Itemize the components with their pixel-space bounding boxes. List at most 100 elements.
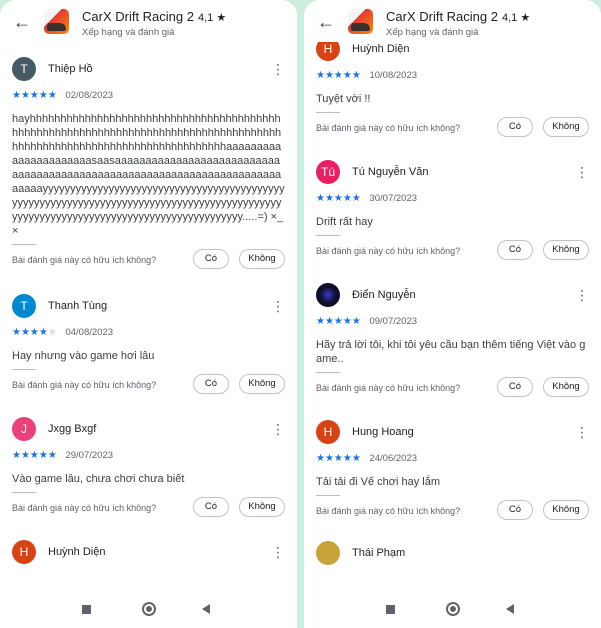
more-options-icon[interactable]: ⋮: [269, 297, 285, 315]
helpful-no-button[interactable]: Không: [543, 500, 589, 520]
divider: [12, 369, 36, 370]
left-screen: ← CarX Drift Racing 2 4,1 ★ Xếp hạng và đ…: [0, 0, 297, 628]
helpful-question: Bài đánh giá này có hữu ích không?: [316, 246, 461, 256]
divider: [316, 235, 340, 236]
app-title: CarX Drift Racing 2 4,1 ★: [82, 9, 227, 24]
more-options-icon[interactable]: ⋮: [269, 543, 285, 561]
review-card: T Thiệp Hồ ⋮ ★★★★★ 02/08/2023 hayhhhhhhh…: [0, 54, 297, 273]
helpful-no-button[interactable]: Không: [543, 377, 589, 397]
reviewer-name: Thái Phạm: [352, 547, 406, 559]
review-text: Drift rất hay: [316, 216, 373, 228]
helpful-yes-button[interactable]: Có: [497, 240, 533, 260]
review-date: 04/08/2023: [65, 327, 114, 338]
helpful-row: Bài đánh giá này có hữu ích không? Có Kh…: [316, 240, 589, 264]
back-triangle-icon[interactable]: [506, 604, 514, 614]
app-bar: ← CarX Drift Racing 2 4,1 ★ Xếp hạng và đ…: [304, 0, 601, 42]
review-card: J Jxgg Bxgf ⋮ ★★★★★ 29/07/2023 Vào game …: [0, 414, 297, 521]
review-date: 02/08/2023: [65, 90, 114, 101]
review-date: 24/06/2023: [369, 453, 418, 464]
avatar: Tú: [316, 160, 340, 184]
helpful-yes-button[interactable]: Có: [497, 377, 533, 397]
helpful-question: Bài đánh giá này có hữu ích không?: [12, 380, 157, 390]
divider: [12, 244, 36, 245]
helpful-question: Bài đánh giá này có hữu ích không?: [12, 255, 157, 265]
star-rating: ★★★★★: [316, 453, 361, 464]
helpful-yes-button[interactable]: Có: [193, 249, 229, 269]
helpful-row: Bài đánh giá này có hữu ích không? Có Kh…: [12, 497, 285, 521]
star-rating: ★★★★★: [12, 327, 57, 338]
review-card: Điển Nguyễn ⋮ ★★★★★ 09/07/2023 Hãy trả l…: [304, 280, 601, 401]
more-options-icon[interactable]: ⋮: [573, 423, 589, 441]
review-card: H Huỳnh Diện ⋮: [0, 537, 297, 567]
app-rating: 4,1 ★: [197, 12, 227, 24]
helpful-row: Bài đánh giá này có hữu ích không? Có Kh…: [316, 500, 589, 524]
reviewer-name: Jxgg Bxgf: [48, 423, 97, 435]
more-options-icon[interactable]: ⋮: [269, 60, 285, 78]
more-options-icon[interactable]: ⋮: [573, 163, 589, 181]
helpful-row: Bài đánh giá này có hữu ích không? Có Kh…: [12, 374, 285, 398]
divider: [316, 112, 340, 113]
helpful-question: Bài đánh giá này có hữu ích không?: [316, 123, 461, 133]
helpful-yes-button[interactable]: Có: [497, 117, 533, 137]
system-nav-bar: [0, 592, 297, 628]
recents-square-icon[interactable]: [82, 605, 91, 614]
review-text: Tuyệt vời !!: [316, 93, 371, 105]
review-date: 30/07/2023: [369, 193, 418, 204]
star-rating: ★★★★★: [316, 316, 361, 327]
app-icon: [348, 9, 373, 34]
avatar: [316, 283, 340, 307]
star-rating: ★★★★★: [12, 90, 57, 101]
more-options-icon[interactable]: ⋮: [269, 420, 285, 438]
back-arrow-icon[interactable]: ←: [316, 12, 336, 32]
star-rating: ★★★★★: [12, 450, 57, 461]
helpful-yes-button[interactable]: Có: [497, 500, 533, 520]
avatar: H: [316, 420, 340, 444]
reviewer-name: Huỳnh Diện: [352, 43, 410, 55]
review-date: 09/07/2023: [369, 316, 418, 327]
back-arrow-icon[interactable]: ←: [12, 12, 32, 32]
app-title: CarX Drift Racing 2 4,1 ★: [386, 9, 531, 24]
more-options-icon[interactable]: ⋮: [573, 286, 589, 304]
helpful-question: Bài đánh giá này có hữu ích không?: [316, 506, 461, 516]
helpful-question: Bài đánh giá này có hữu ích không?: [316, 383, 461, 393]
helpful-yes-button[interactable]: Có: [193, 374, 229, 394]
reviewer-name: Điển Nguyễn: [352, 289, 416, 301]
helpful-no-button[interactable]: Không: [239, 249, 285, 269]
reviewer-name: Thiệp Hồ: [48, 63, 93, 75]
review-card: H Hung Hoang ⋮ ★★★★★ 24/06/2023 Tải tải …: [304, 417, 601, 524]
divider: [316, 495, 340, 496]
helpful-row: Bài đánh giá này có hữu ích không? Có Kh…: [316, 117, 589, 141]
avatar: H: [12, 540, 36, 564]
helpful-row: Bài đánh giá này có hữu ích không? Có Kh…: [12, 249, 285, 273]
review-date: 10/08/2023: [369, 70, 418, 81]
reviewer-name: Tú Nguyễn Văn: [352, 166, 429, 178]
home-circle-icon[interactable]: [142, 602, 156, 616]
review-text: Tải tải đi Vế chơi hay lắm: [316, 476, 440, 488]
review-card: Thái Phạm: [304, 538, 601, 568]
avatar: H: [316, 42, 340, 61]
review-text: Hãy trả lời tôi, khi tôi yêu cầu bạn thê…: [316, 339, 586, 365]
review-text: Vào game lâu, chưa chơi chưa biết: [12, 473, 185, 485]
reviews-list[interactable]: H Huỳnh Diện ★★★★★ 10/08/2023 Tuyệt vời …: [304, 42, 601, 592]
reviewer-name: Huỳnh Diện: [48, 546, 106, 558]
recents-square-icon[interactable]: [386, 605, 395, 614]
divider: [12, 492, 36, 493]
helpful-no-button[interactable]: Không: [543, 240, 589, 260]
helpful-no-button[interactable]: Không: [239, 497, 285, 517]
review-card: Tú Tú Nguyễn Văn ⋮ ★★★★★ 30/07/2023 Drif…: [304, 157, 601, 264]
back-triangle-icon[interactable]: [202, 604, 210, 614]
reviews-list[interactable]: T Thiệp Hồ ⋮ ★★★★★ 02/08/2023 hayhhhhhhh…: [0, 42, 297, 592]
app-subtitle: Xếp hạng và đánh giá: [82, 27, 175, 38]
reviewer-name: Hung Hoang: [352, 426, 414, 438]
helpful-no-button[interactable]: Không: [543, 117, 589, 137]
helpful-row: Bài đánh giá này có hữu ích không? Có Kh…: [316, 377, 589, 401]
helpful-yes-button[interactable]: Có: [193, 497, 229, 517]
home-circle-icon[interactable]: [446, 602, 460, 616]
star-rating: ★★★★★: [316, 193, 361, 204]
helpful-question: Bài đánh giá này có hữu ích không?: [12, 503, 157, 513]
reviewer-name: Thanh Tùng: [48, 300, 108, 312]
helpful-no-button[interactable]: Không: [239, 374, 285, 394]
right-screen: ← CarX Drift Racing 2 4,1 ★ Xếp hạng và đ…: [304, 0, 601, 628]
app-bar: ← CarX Drift Racing 2 4,1 ★ Xếp hạng và đ…: [0, 0, 297, 42]
review-card: T Thanh Tùng ⋮ ★★★★★ 04/08/2023 Hay nhưn…: [0, 291, 297, 398]
